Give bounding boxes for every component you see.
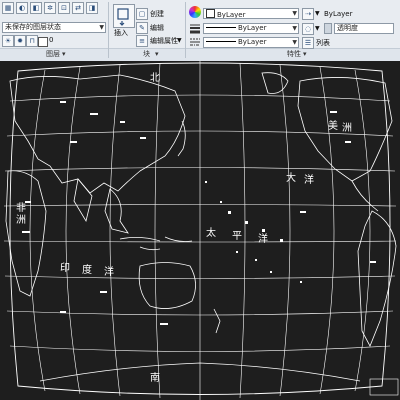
map-label: 洋 [258,232,268,245]
color-wheel-icon[interactable] [189,6,201,18]
color-swatch [206,9,215,18]
chevron-down-icon[interactable]: ▼ [177,36,182,46]
lineweight-icon[interactable] [189,22,201,34]
map-label: 洲 [16,214,26,226]
insert-button[interactable]: 插入 [114,28,128,38]
create-block-button[interactable]: 创建 [150,9,164,19]
chevron-down-icon: ▼ [99,24,104,31]
ribbon-separator [108,2,109,58]
map-label: 北 [150,72,160,84]
lightbulb-icon[interactable]: ☀ [2,35,14,47]
color-combo[interactable]: ByLayer ▼ [203,8,299,19]
block-group-title: 块 [143,50,150,58]
insert-block-icon[interactable] [113,4,135,28]
edit-attributes-button[interactable]: 编辑属性 [150,36,178,46]
world-map-drawing: 太 平 洋 印 度 洋 大 洋 南 北 美 洲 非 洲 [3,61,399,400]
transparency-icon[interactable]: ◌ [302,23,314,35]
layer-freeze-icon[interactable]: ✲ [44,2,56,14]
layer-color-swatch [38,37,48,47]
list-button[interactable]: 列表 [316,38,330,48]
layer-match-icon[interactable]: ⇄ [72,2,84,14]
ribbon-group-title-bar [0,48,400,61]
edit-attributes-icon[interactable]: ≡ [136,35,148,47]
chevron-down-icon: ▼ [292,39,297,46]
map-label: 大 [286,171,296,184]
map-label: 印 [60,262,70,274]
line-preview [206,41,236,42]
edit-block-icon[interactable]: ✎ [136,22,148,34]
block-group-expand-icon[interactable]: ▾ [155,48,159,60]
edit-block-button[interactable]: 编辑 [150,23,164,33]
create-block-icon[interactable]: ▢ [136,8,148,20]
chevron-down-icon: ▼ [292,25,297,32]
unlock-icon[interactable]: ⊓ [26,35,38,47]
properties-group-expand-icon[interactable]: ▾ [303,48,307,60]
current-layer-name[interactable]: 0 [49,35,53,45]
chevron-down-icon: ▼ [292,10,297,17]
drawing-canvas[interactable]: 太 平 洋 印 度 洋 大 洋 南 北 美 洲 非 洲 [0,61,400,400]
ribbon-separator [185,2,186,58]
chevron-down-icon[interactable]: ▼ [315,24,320,34]
map-label: 平 [232,231,242,242]
layer-off-icon[interactable]: ◐ [16,2,28,14]
lineweight-combo[interactable]: ByLayer ▼ [203,23,299,34]
sun-icon[interactable]: ✹ [14,35,26,47]
layer-lock-icon[interactable]: ⊡ [58,2,70,14]
layers-group-title: 图层 [46,50,60,58]
map-label: 洋 [304,173,314,186]
transparency-slider-handle[interactable] [324,23,332,34]
color-combo-value: ByLayer [217,11,246,19]
map-label: 南 [150,371,160,384]
lineweight-combo-value: ByLayer [238,24,267,32]
line-preview [206,27,236,28]
linetype-combo-value: ByLayer [238,38,267,46]
layer-isolate-icon[interactable]: ◧ [30,2,42,14]
map-label: 洋 [104,265,114,278]
properties-group-title: 特性 [287,50,301,58]
map-label: 度 [82,263,92,276]
right-bylayer-combo[interactable]: ByLayer [324,9,352,19]
map-label: 洲 [342,122,352,134]
linetype-combo[interactable]: ByLayer ▼ [203,37,299,48]
chevron-down-icon[interactable]: ▼ [315,9,320,19]
linetype-icon[interactable] [189,36,201,48]
layer-unisolate-icon[interactable]: ◨ [86,2,98,14]
layer-properties-icon[interactable]: ▦ [2,2,14,14]
transparency-field[interactable]: 透明度 [334,23,394,34]
layers-group-expand-icon[interactable]: ▾ [62,48,66,60]
map-label: 美 [328,119,338,132]
layer-state-combo[interactable]: 未保存的图层状态 ▼ [2,22,106,33]
map-label: 非 [16,202,26,214]
match-properties-icon[interactable]: ⇢ [302,8,314,20]
map-label: 太 [206,226,216,239]
transparency-value: 透明度 [337,24,358,32]
layer-state-value: 未保存的图层状态 [5,23,61,31]
